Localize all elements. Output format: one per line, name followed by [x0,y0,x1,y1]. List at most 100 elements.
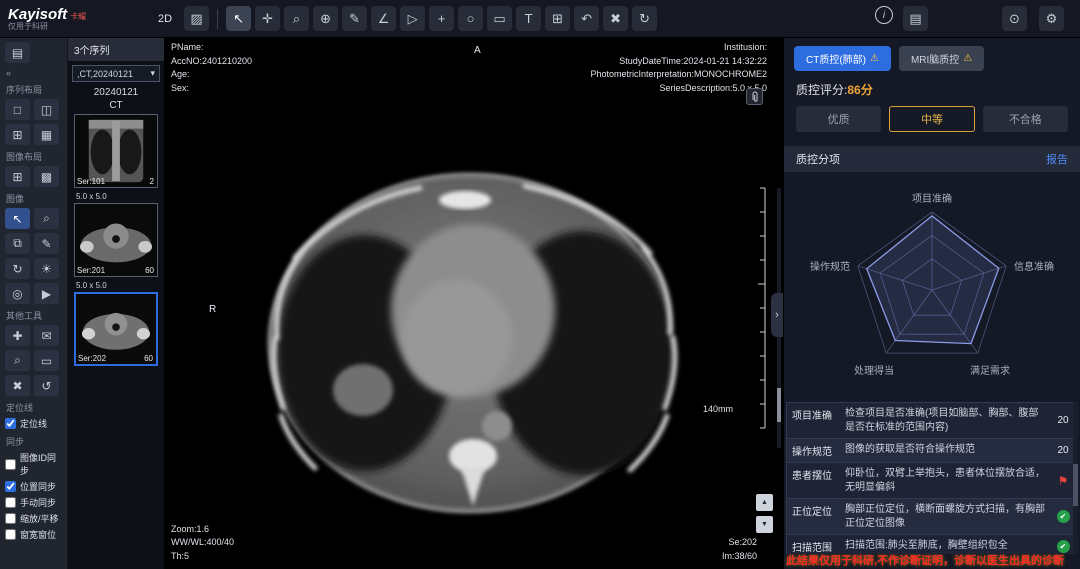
target-icon[interactable]: ◎ [5,283,30,304]
cell-text-tool-icon[interactable]: ⊞ [545,6,570,31]
thumb-image-count: 60 [145,266,154,275]
pan-tool-icon[interactable]: ✛ [255,6,280,31]
patient-info-overlay: PName: AccNO:2401210200 Age: Sex: [171,41,252,95]
app-logo: Kayisoft 卡耀 仅用于科研 [8,7,158,31]
qc-item-row: 操作规范 图像的获取是否符合操作规范 20 ✔ ⚑ [786,438,1078,462]
sync-window-checkbox[interactable] [5,529,16,540]
scroll-up-button[interactable]: ▲ [756,494,773,511]
cursor-play-tool-icon[interactable]: ▷ [400,6,425,31]
sync-image-id-row[interactable]: 图像ID同步 [5,451,62,477]
mode-label: 2D [158,13,172,25]
sync-manual-row[interactable]: 手动同步 [5,496,62,509]
sync-zoom-pan-checkbox[interactable] [5,513,16,524]
viewport-scroll-thumb[interactable] [777,388,781,422]
image-layout-grid-icon[interactable]: ⊞ [5,166,30,187]
item-desc: 扫描范围:肺尖至肺底，胸壁组织包全 [843,535,1049,554]
study-modality: CT [68,99,164,112]
sync-manual-label: 手动同步 [20,496,56,509]
history-icon[interactable]: ⊙ [1002,6,1027,31]
rotate-icon[interactable]: ↻ [5,258,30,279]
sync-position-row[interactable]: 位置同步 [5,480,62,493]
text-tool-icon[interactable]: T [516,6,541,31]
view-params-overlay: Zoom:1.6 WW/WL:400/40 Th:5 [171,523,234,564]
paperclip-icon [750,91,760,103]
panel-toggle-icon[interactable]: ▤ [5,42,30,63]
sync-window-row[interactable]: 窗宽窗位 [5,528,62,541]
ct-viewport[interactable]: PName: AccNO:2401210200 Age: Sex: Instit… [165,38,783,569]
sync-zoom-pan-label: 缩放/平移 [20,512,59,525]
undo-tool-icon[interactable]: ↶ [574,6,599,31]
play-icon[interactable]: ▶ [34,283,59,304]
eraser-icon[interactable]: ▭ [34,350,59,371]
grade-fail-button[interactable]: 不合格 [983,106,1068,132]
series-panel: 3个序列 ,CT,20240121 ▾ 20240121 CT Ser:101 … [68,38,165,569]
pointer-tool-icon[interactable]: ↖ [226,6,251,31]
series-selector[interactable]: ,CT,20240121 ▾ [72,65,160,82]
study-node[interactable]: 20240121 CT [68,86,164,112]
logo-text: Kayisoft [8,7,67,22]
image-layout-full-icon[interactable]: ▩ [34,166,59,187]
sync-zoom-pan-row[interactable]: 缩放/平移 [5,512,62,525]
grade-medium-button[interactable]: 中等 [889,106,974,132]
ellipse-tool-icon[interactable]: ○ [458,6,483,31]
section-series-layout: 序列布局 [6,83,62,96]
delete-tool-icon[interactable]: ✖ [603,6,628,31]
pointer-icon[interactable]: ↖ [5,208,30,229]
items-scrollbar[interactable] [1073,402,1078,554]
report-link[interactable]: 报告 [1046,151,1068,167]
scroll-down-button[interactable]: ▼ [756,516,773,533]
angle-tool-icon[interactable]: ∠ [371,6,396,31]
item-score: 20 [1057,415,1068,426]
warning-icon: ⚠ [963,53,972,64]
settings-gear-icon[interactable]: ⚙ [1039,6,1064,31]
rect-tool-icon[interactable]: ▭ [487,6,512,31]
tab-mri-brain-qc[interactable]: MRI脑质控 ⚠ [899,46,984,71]
study-info-overlay: Institusion: StudyDateTime:2024-01-21 14… [590,41,767,95]
add-tool-icon[interactable]: + [429,6,454,31]
layout-1x2-icon[interactable]: ◫ [34,99,59,120]
ct-axial-image[interactable] [165,38,783,569]
panel-collapse-handle[interactable]: › [771,293,783,337]
pencil-tool-icon[interactable]: ✎ [342,6,367,31]
zoom-tool-icon[interactable]: ⌕ [284,6,309,31]
grade-excellent-button[interactable]: 优质 [796,106,881,132]
capture-tool-icon[interactable]: ▨ [184,6,209,31]
close-icon[interactable]: ✖ [5,375,30,396]
magnifier-icon[interactable]: ⌕ [34,208,59,229]
sync-manual-checkbox[interactable] [5,497,16,508]
sex-line: Sex: [171,82,252,96]
layout-3x3-icon[interactable]: ▦ [34,124,59,145]
brightness-icon[interactable]: ☀ [34,258,59,279]
sidebar-collapse-icon[interactable]: « [6,68,62,78]
reset-icon[interactable]: ↺ [34,375,59,396]
qc-item-row: 正位定位 胸部正位定位，横断面螺旋方式扫描，有胸部正位定位图像 ✔ ⚑ [786,498,1078,534]
qc-score-row: 质控评分:86分 [784,75,1080,100]
annotate-icon[interactable]: ✎ [34,233,59,254]
series-thumbnail-101[interactable]: Ser:101 2 [74,114,158,188]
sync-position-checkbox[interactable] [5,481,16,492]
item-desc: 胸部正位定位，横断面螺旋方式扫描，有胸部正位定位图像 [843,499,1049,534]
layout-1x1-icon[interactable]: □ [5,99,30,120]
attachment-button[interactable] [746,88,763,105]
notes-icon[interactable]: ▤ [903,6,928,31]
reset-tool-icon[interactable]: ↻ [632,6,657,31]
sync-position-label: 位置同步 [20,480,56,493]
radar-label-bottom-left: 处理得当 [854,364,894,377]
info-icon[interactable]: i [875,6,893,24]
sync-image-id-checkbox[interactable] [5,459,16,470]
add-icon[interactable]: ✚ [5,325,30,346]
clone-icon[interactable]: ⧉ [5,233,30,254]
locator-checkbox[interactable] [5,418,16,429]
items-scroll-thumb[interactable] [1073,464,1078,506]
series-thumbnail-201[interactable]: Ser:201 60 [74,203,158,277]
target-tool-icon[interactable]: ⊕ [313,6,338,31]
series-thumbnail-202[interactable]: Ser:202 60 [74,292,158,366]
search-icon[interactable]: ⌕ [5,350,30,371]
comment-icon[interactable]: ✉ [34,325,59,346]
radar-label-bottom-right: 满足需求 [970,365,1010,377]
section-other-tools: 其他工具 [6,309,62,322]
item-name: 正位定位 [787,499,843,534]
layout-2x2-icon[interactable]: ⊞ [5,124,30,145]
tab-ct-lung-qc[interactable]: CT质控(肺部) ⚠ [794,46,891,71]
locator-checkbox-row[interactable]: 定位线 [5,417,62,430]
